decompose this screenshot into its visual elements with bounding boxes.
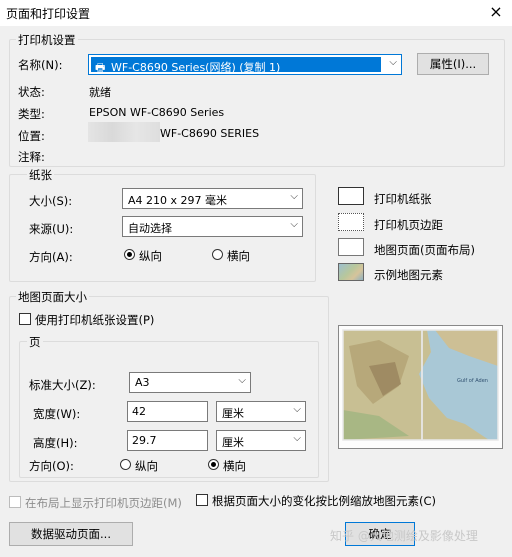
printer-paper-swatch [338,187,364,205]
printer-name-dropdown[interactable]: 🖶 WF-C8690 Series(网络) (复制 1) ⌵ [88,54,402,75]
legend-sample-map-element: 示例地图元素 [374,268,443,282]
page-preview: Gulf of Aden [338,325,503,449]
map-orientation-label: 方向(O): [29,459,74,473]
paper-portrait-radio[interactable] [124,249,135,260]
type-label: 类型: [18,107,45,121]
paper-source-label: 来源(U): [29,222,74,236]
height-value: 29.7 [132,434,157,447]
comment-label: 注释: [18,150,45,164]
show-margins-label[interactable]: 在布局上显示打印机页边距(M) [25,495,182,511]
use-printer-paper-checkbox[interactable] [19,313,31,325]
data-driven-pages-button[interactable]: 数据驱动页面... [9,522,133,546]
window-title: 页面和打印设置 [6,7,91,21]
use-printer-paper-label[interactable]: 使用打印机纸张设置(P) [35,312,154,328]
standard-size-dropdown[interactable]: A3 ⌵ [129,372,251,393]
width-input[interactable]: 42 [127,401,208,422]
scale-elements-checkbox[interactable] [196,494,208,506]
paper-source-dropdown[interactable]: 自动选择 ⌵ [122,216,303,237]
height-unit-dropdown[interactable]: 厘米 ⌵ [216,430,306,451]
printer-icon: 🖶 [95,61,106,74]
paper-size-dropdown[interactable]: A4 210 x 297 毫米 ⌵ [122,188,303,209]
chevron-down-icon: ⌵ [293,433,301,444]
paper-landscape-radio[interactable] [212,249,223,260]
chevron-down-icon: ⌵ [389,57,397,68]
scale-elements-label[interactable]: 根据页面大小的变化按比例缩放地图元素(C) [212,493,436,509]
chevron-down-icon: ⌵ [238,375,246,386]
paper-landscape-label[interactable]: 横向 [227,248,250,264]
legend-map-page: 地图页面(页面布局) [374,243,475,257]
printer-name-value: WF-C8690 Series(网络) (复制 1) [111,61,281,74]
paper-size-label: 大小(S): [29,194,73,208]
sample-map-element-swatch [338,263,364,281]
page-subgroup-title: 页 [27,334,43,350]
map-landscape-label[interactable]: 横向 [223,458,246,474]
printer-margins-swatch [338,213,364,231]
show-margins-checkbox[interactable] [9,496,21,508]
height-label: 高度(H): [33,436,78,450]
width-label: 宽度(W): [33,407,81,421]
paper-group-title: 纸张 [27,167,54,183]
status-label: 状态: [18,85,45,99]
width-unit-value: 厘米 [222,407,244,420]
location-value: WF-C8690 SERIES [160,127,260,140]
printer-name-highlight: 🖶 WF-C8690 Series(网络) (复制 1) [91,57,381,74]
chevron-down-icon: ⌵ [293,404,301,415]
status-value: 就绪 [89,86,111,99]
map-page-swatch [338,238,364,256]
width-value: 42 [132,405,146,418]
chevron-down-icon: ⌵ [290,191,298,202]
map-portrait-radio[interactable] [120,459,131,470]
preview-map-text-gulf: Gulf of Aden [457,378,488,384]
close-icon[interactable]: × [486,2,506,22]
map-portrait-label[interactable]: 纵向 [135,458,158,474]
watermark-text: 知乎 @大地测绘及影像处理 [330,529,478,543]
printer-name-label: 名称(N): [18,58,63,72]
height-unit-value: 厘米 [222,436,244,449]
paper-source-value: 自动选择 [128,222,172,235]
map-landscape-radio[interactable] [208,459,219,470]
standard-size-label: 标准大小(Z): [29,378,96,392]
width-unit-dropdown[interactable]: 厘米 ⌵ [216,401,306,422]
standard-size-value: A3 [135,376,150,389]
chevron-down-icon: ⌵ [290,219,298,230]
legend-printer-paper: 打印机纸张 [374,192,432,206]
paper-portrait-label[interactable]: 纵向 [139,248,162,264]
map-page-size-title: 地图页面大小 [16,289,89,305]
location-blur [88,122,160,142]
legend-printer-margins: 打印机页边距 [374,218,443,232]
paper-orientation-label: 方向(A): [29,250,73,264]
location-label: 位置: [18,129,45,143]
properties-button[interactable]: 属性(I)... [417,53,489,75]
paper-size-value: A4 210 x 297 毫米 [128,194,228,207]
type-value: EPSON WF-C8690 Series [89,106,225,119]
printer-settings-title: 打印机设置 [16,32,78,48]
height-input[interactable]: 29.7 [127,430,208,451]
preview-map-image: Gulf of Aden [339,326,502,448]
